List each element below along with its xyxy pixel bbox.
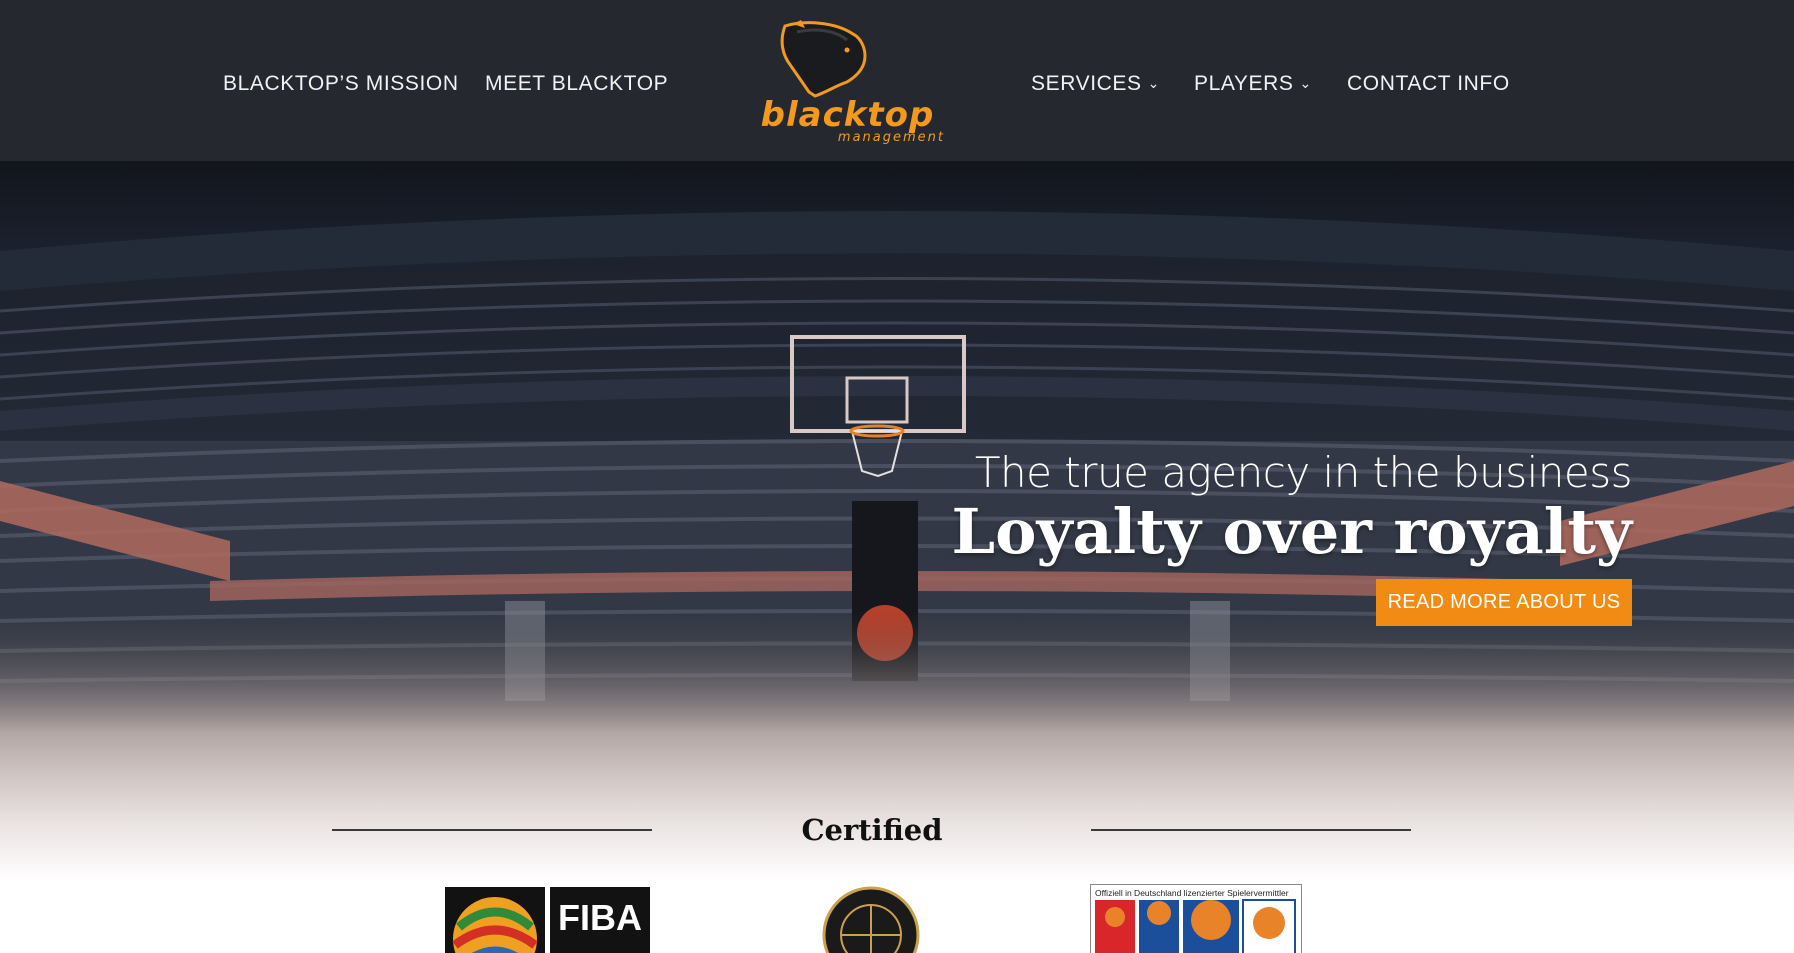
blacktop-logo[interactable]: blacktop management xyxy=(735,20,960,148)
nav-item-players[interactable]: PLAYERS ⌄ xyxy=(1194,72,1312,96)
divider-left xyxy=(332,829,652,831)
panther-logo-icon xyxy=(780,20,867,98)
chevron-down-icon: ⌄ xyxy=(1147,75,1160,91)
nav-label: MEET BLACKTOP xyxy=(485,72,669,95)
certified-heading: Certified xyxy=(801,813,943,847)
fiba-logo: FIBA xyxy=(445,887,650,953)
dbb-license-logo: Offiziell in Deutschland lizenzierter Sp… xyxy=(1090,884,1302,953)
league-badges-icon xyxy=(1095,899,1296,953)
hero-banner: The true agency in the business Loyalty … xyxy=(0,161,1794,881)
nav-label: SERVICES xyxy=(1031,72,1142,95)
divider-right xyxy=(1091,829,1411,831)
hero-subtitle: The true agency in the business xyxy=(974,448,1633,497)
nav-label: BLACKTOP’S MISSION xyxy=(223,72,459,95)
hero-title: Loyalty over royalty xyxy=(951,495,1632,568)
nav-item-mission[interactable]: BLACKTOP’S MISSION xyxy=(223,72,459,96)
basketball-seal-icon xyxy=(822,886,920,953)
site-header: BLACKTOP’S MISSION MEET BLACKTOP blackto… xyxy=(0,0,1794,161)
fiba-ball-icon xyxy=(445,887,545,953)
nav-item-services[interactable]: SERVICES ⌄ xyxy=(1031,72,1160,96)
fiba-wordmark: FIBA xyxy=(550,887,650,953)
read-more-button[interactable]: READ MORE ABOUT US xyxy=(1376,579,1632,626)
nbpa-logo xyxy=(822,885,920,953)
nav-label: CONTACT INFO xyxy=(1347,72,1510,95)
logo-tagline: management xyxy=(837,130,945,145)
nav-label: PLAYERS xyxy=(1194,72,1294,95)
chevron-down-icon: ⌄ xyxy=(1299,75,1312,91)
nav-item-meet-blacktop[interactable]: MEET BLACKTOP xyxy=(485,72,668,96)
page: BLACKTOP’S MISSION MEET BLACKTOP blackto… xyxy=(0,0,1794,953)
nav-item-contact-info[interactable]: CONTACT INFO xyxy=(1347,72,1510,96)
logo-wordmark: blacktop xyxy=(760,95,935,135)
